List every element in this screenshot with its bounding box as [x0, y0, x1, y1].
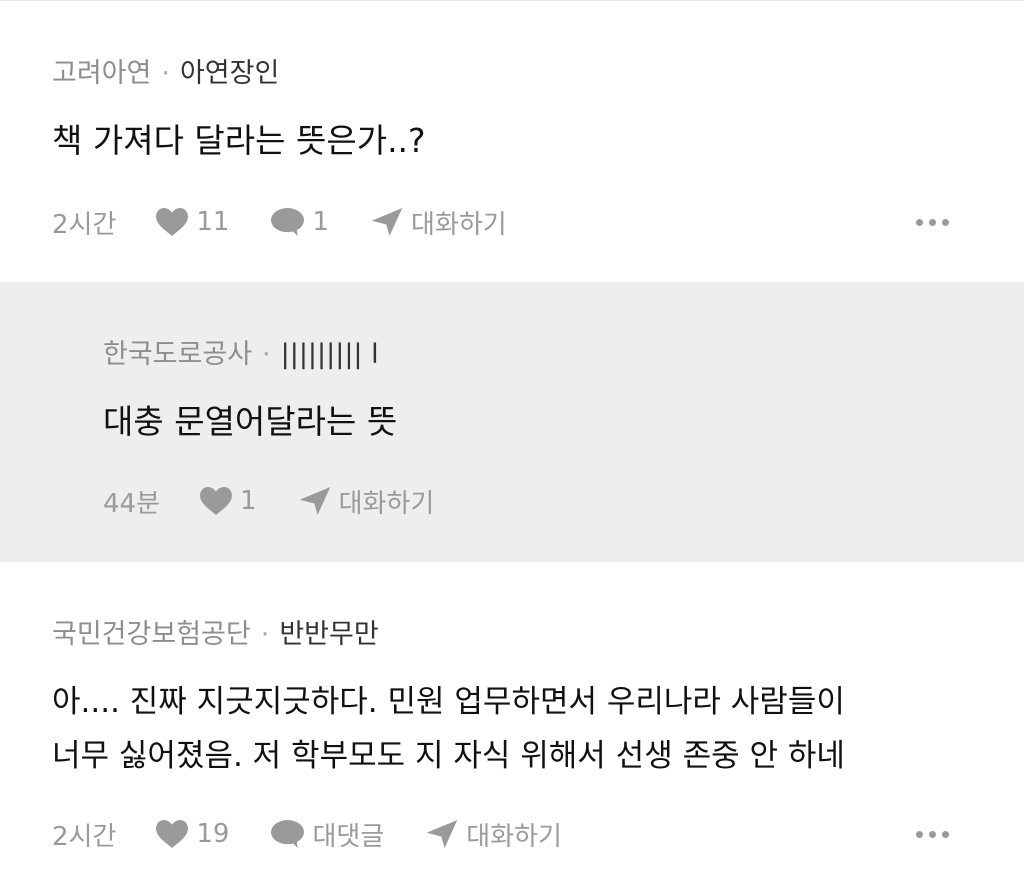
paper-plane-icon [371, 208, 403, 236]
nickname: ||||||||| l [280, 339, 379, 370]
timestamp: 2시간 [52, 821, 117, 852]
more-dots-icon [916, 219, 923, 226]
comment-text: 아.... 진짜 지긋지긋하다. 민원 업무하면서 우리나라 사람들이 너무 싫… [52, 675, 845, 783]
company-name: 한국도로공사 [103, 339, 253, 370]
paper-plane-icon [299, 487, 330, 515]
timestamp: 2시간 [52, 209, 117, 240]
heart-icon [156, 208, 189, 236]
heart-icon [200, 487, 233, 515]
comment-text-line: 아.... 진짜 지긋지긋하다. 민원 업무하면서 우리나라 사람들이 [52, 684, 845, 720]
chat-label: 대화하기 [338, 488, 435, 519]
comment-text: 대충 문열어달라는 뜻 [103, 397, 397, 447]
like-count: 1 [240, 486, 257, 516]
comment-actions: 44분 1 대화하기 [103, 483, 435, 520]
paper-plane-icon [426, 820, 458, 848]
like-count: 11 [196, 207, 230, 237]
timestamp: 44분 [103, 488, 161, 519]
comment-text: 책 가져다 달라는 뜻은가..? [52, 116, 426, 166]
comment-actions: 2시간 11 1 대화하기 [52, 204, 507, 241]
reply-label: 대댓글 [312, 821, 385, 852]
comment-text-line: 대충 문열어달라는 뜻 [103, 402, 398, 441]
separator-dot: · [161, 58, 170, 89]
more-options-button[interactable] [916, 831, 949, 838]
chat-label: 대화하기 [411, 209, 507, 240]
comment-text-line: 책 가져다 달라는 뜻은가..? [52, 121, 426, 160]
reply-count: 1 [312, 207, 330, 237]
chat-button[interactable]: 대화하기 [426, 816, 562, 853]
reply-button[interactable]: 1 [271, 207, 329, 237]
like-button[interactable]: 19 [156, 819, 229, 849]
nickname: 반반무만 [279, 619, 379, 650]
comment-author[interactable]: 한국도로공사 · ||||||||| l [103, 338, 379, 372]
reply-item: 한국도로공사 · ||||||||| l 대충 문열어달라는 뜻 44분 1 대화하… [0, 282, 1024, 562]
like-button[interactable]: 1 [200, 486, 257, 516]
more-dots-icon [916, 831, 923, 838]
chat-button[interactable]: 대화하기 [299, 483, 435, 520]
comment-author[interactable]: 고려아연 · 아연장인 [52, 57, 279, 91]
nickname: 아연장인 [179, 58, 280, 89]
speech-bubble-icon [271, 820, 305, 848]
chat-button[interactable]: 대화하기 [371, 204, 507, 241]
comment-item: 국민건강보험공단 · 반반무만 아.... 진짜 지긋지긋하다. 민원 업무하면서 … [0, 562, 1024, 872]
heart-icon [156, 820, 189, 848]
speech-bubble-icon [271, 208, 305, 236]
comment-text-line: 너무 싫어졌음. 저 학부모도 지 자식 위해서 선생 존중 안 하네 [52, 738, 845, 774]
company-name: 고려아연 [52, 58, 152, 89]
reply-button[interactable]: 대댓글 [271, 816, 384, 853]
more-options-button[interactable] [916, 219, 949, 226]
comment-author[interactable]: 국민건강보험공단 · 반반무만 [52, 618, 379, 652]
company-name: 국민건강보험공단 [52, 619, 251, 650]
separator-dot: · [260, 619, 270, 650]
chat-label: 대화하기 [466, 821, 562, 852]
separator-dot: · [262, 339, 271, 370]
comment-actions: 2시간 19 대댓글 대화하기 [52, 816, 562, 853]
comment-item: 고려아연 · 아연장인 책 가져다 달라는 뜻은가..? 2시간 11 1 대화하기 [0, 0, 1024, 282]
like-count: 19 [196, 819, 230, 849]
like-button[interactable]: 11 [156, 207, 229, 237]
